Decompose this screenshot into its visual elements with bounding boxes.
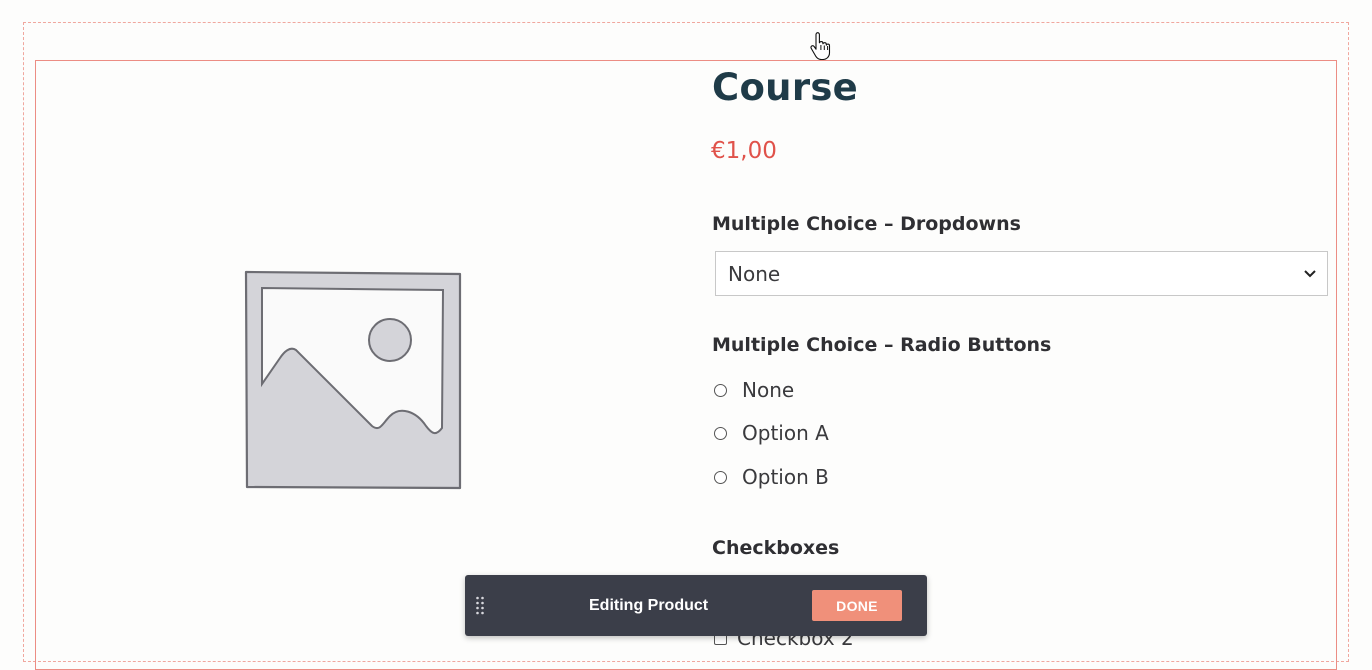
radio-button[interactable]: [714, 470, 727, 484]
checkbox-field-label: Checkboxes: [712, 537, 840, 559]
toolbar-drag-handle[interactable]: [465, 575, 495, 636]
radio-option-label: Option A: [742, 421, 829, 445]
product-price: €1,00: [711, 138, 777, 164]
editing-toolbar: Editing Product DONE: [465, 575, 927, 636]
product-title: Course: [712, 66, 859, 109]
radio-option-a[interactable]: Option A: [714, 421, 829, 445]
dropdown-select[interactable]: None: [715, 251, 1328, 296]
chevron-down-icon: [1304, 269, 1316, 277]
pointer-hand-icon: [810, 32, 831, 60]
dropdown-field-label: Multiple Choice – Dropdowns: [712, 213, 1021, 235]
toolbar-title: Editing Product: [589, 597, 709, 614]
radio-button[interactable]: [714, 383, 727, 397]
radio-field-label: Multiple Choice – Radio Buttons: [712, 334, 1052, 356]
radio-option-none[interactable]: None: [714, 378, 794, 402]
radio-option-b[interactable]: Option B: [714, 465, 829, 489]
image-placeholder-icon: [244, 270, 462, 490]
radio-option-label: Option B: [742, 465, 829, 489]
radio-button[interactable]: [714, 426, 727, 440]
dropdown-selected-value: None: [728, 261, 781, 286]
radio-option-label: None: [742, 378, 795, 402]
drag-handle-icon: [476, 596, 484, 614]
done-button[interactable]: DONE: [812, 590, 902, 621]
